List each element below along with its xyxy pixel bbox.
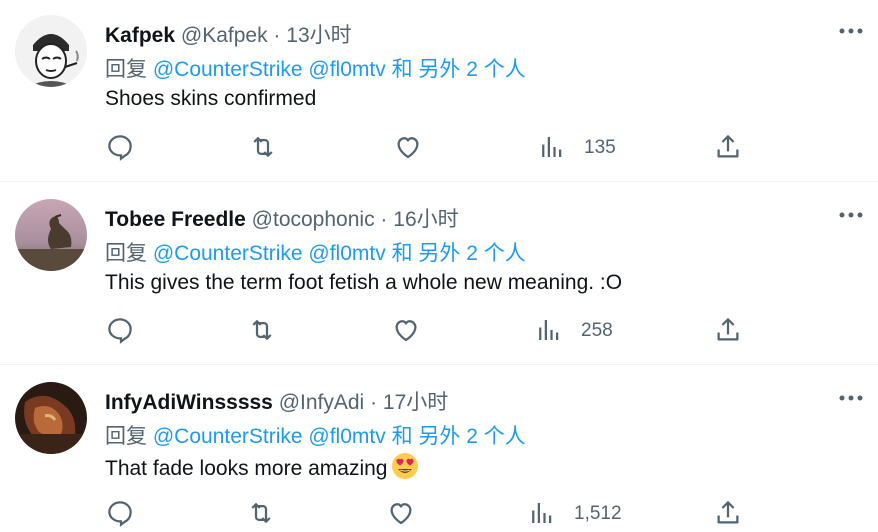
tweet-text: This gives the term foot fetish a whole …: [105, 271, 623, 294]
view-count: 1,512: [574, 503, 622, 524]
tweet-1[interactable]: Kafpek @Kafpek · 13小时 回复 @CounterStrike …: [0, 0, 878, 180]
timestamp[interactable]: 13小时: [286, 24, 351, 47]
separator-dot: ·: [273, 24, 281, 47]
share-icon[interactable]: [713, 132, 743, 162]
display-name[interactable]: InfyAdiWinsssss: [105, 391, 273, 414]
share-icon[interactable]: [713, 315, 743, 345]
mention-link[interactable]: @CounterStrike: [153, 58, 303, 81]
reply-prefix: 回复: [105, 425, 147, 448]
tweet-3[interactable]: InfyAdiWinsssss @InfyAdi · 17小时 回复 @Coun…: [0, 365, 878, 532]
others-link[interactable]: 和 另外 2 个人: [392, 242, 526, 265]
retweet-icon[interactable]: [246, 498, 276, 528]
reply-icon[interactable]: [105, 315, 135, 345]
views-icon[interactable]: [527, 498, 557, 528]
mention-link[interactable]: @fl0mtv: [308, 58, 385, 81]
separator-dot: ·: [370, 391, 378, 414]
retweet-icon[interactable]: [248, 132, 278, 162]
tweet-header: Tobee Freedle @tocophonic · 16小时: [105, 203, 459, 233]
timestamp[interactable]: 17小时: [383, 391, 448, 414]
mention-link[interactable]: @CounterStrike: [153, 242, 303, 265]
display-name[interactable]: Tobee Freedle: [105, 208, 246, 231]
view-count: 135: [584, 137, 616, 158]
more-options-icon[interactable]: [837, 21, 865, 41]
reply-prefix: 回复: [105, 242, 147, 265]
views-icon[interactable]: [534, 315, 564, 345]
user-handle[interactable]: @tocophonic: [252, 208, 375, 231]
reply-icon[interactable]: [105, 132, 135, 162]
reply-icon[interactable]: [105, 498, 135, 528]
tweet-2[interactable]: Tobee Freedle @tocophonic · 16小时 回复 @Cou…: [0, 182, 878, 363]
avatar[interactable]: [15, 15, 87, 87]
mention-link[interactable]: @fl0mtv: [308, 242, 385, 265]
reply-prefix: 回复: [105, 58, 147, 81]
avatar-image: [15, 199, 87, 271]
avatar[interactable]: [15, 382, 87, 454]
reply-context: 回复 @CounterStrike @fl0mtv 和 另外 2 个人: [105, 237, 526, 267]
user-handle[interactable]: @Kafpek: [181, 24, 268, 47]
reply-context: 回复 @CounterStrike @fl0mtv 和 另外 2 个人: [105, 53, 526, 83]
views-icon[interactable]: [537, 132, 567, 162]
more-options-icon[interactable]: [837, 205, 865, 225]
others-link[interactable]: 和 另外 2 个人: [392, 425, 526, 448]
tweet-header: Kafpek @Kafpek · 13小时: [105, 19, 352, 49]
share-icon[interactable]: [713, 498, 743, 528]
more-options-icon[interactable]: [837, 388, 865, 408]
view-count: 258: [581, 320, 613, 341]
avatar-image: [15, 382, 87, 454]
like-icon[interactable]: [386, 498, 416, 528]
timestamp[interactable]: 16小时: [393, 208, 458, 231]
avatar-image: [15, 15, 87, 87]
heart-eyes-emoji: [391, 452, 419, 480]
retweet-icon[interactable]: [247, 315, 277, 345]
mention-link[interactable]: @CounterStrike: [153, 425, 303, 448]
tweet-body: That fade looks more amazing: [105, 452, 419, 481]
tweet-header: InfyAdiWinsssss @InfyAdi · 17小时: [105, 386, 448, 416]
mention-link[interactable]: @fl0mtv: [308, 425, 385, 448]
like-icon[interactable]: [391, 315, 421, 345]
user-handle[interactable]: @InfyAdi: [279, 391, 365, 414]
like-icon[interactable]: [393, 132, 423, 162]
others-link[interactable]: 和 另外 2 个人: [392, 58, 526, 81]
reply-context: 回复 @CounterStrike @fl0mtv 和 另外 2 个人: [105, 420, 526, 450]
separator-dot: ·: [380, 208, 388, 231]
display-name[interactable]: Kafpek: [105, 24, 175, 47]
tweet-text: Shoes skins confirmed: [105, 87, 317, 110]
avatar[interactable]: [15, 199, 87, 271]
tweet-text: That fade looks more amazing: [105, 457, 388, 480]
